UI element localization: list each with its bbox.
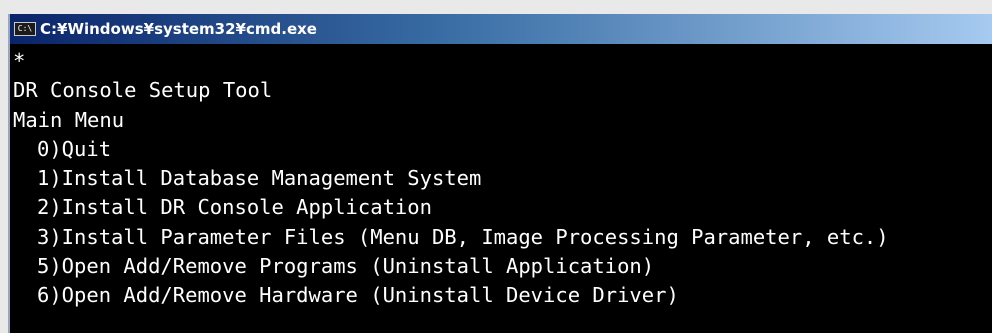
menu-item-open-add-remove-programs: 5)Open Add/Remove Programs (Uninstall Ap… xyxy=(37,254,655,279)
menu-item-open-add-remove-hardware: 6)Open Add/Remove Hardware (Uninstall De… xyxy=(37,283,679,308)
cmd-icon[interactable]: C:\ xyxy=(14,22,36,36)
menu-heading: Main Menu xyxy=(13,107,125,132)
menu-item-install-parameter-files: 3)Install Parameter Files (Menu DB, Imag… xyxy=(37,224,889,249)
menu-item-install-console-app: 2)Install DR Console Application xyxy=(37,195,432,220)
menu-item-install-dbms: 1)Install Database Management System xyxy=(37,166,482,191)
title-bar[interactable]: C:\ C:¥Windows¥system32¥cmd.exe xyxy=(10,14,992,44)
menu-item-quit: 0)Quit xyxy=(37,136,112,161)
tool-title: DR Console Setup Tool xyxy=(13,78,273,103)
console-output[interactable]: * DR Console Setup Tool Main Menu 0)Quit… xyxy=(10,47,992,333)
cmd-window: C:\ C:¥Windows¥system32¥cmd.exe * DR Con… xyxy=(8,14,992,333)
window-title: C:¥Windows¥system32¥cmd.exe xyxy=(40,20,317,38)
console-line-asterisk: * xyxy=(13,49,26,73)
